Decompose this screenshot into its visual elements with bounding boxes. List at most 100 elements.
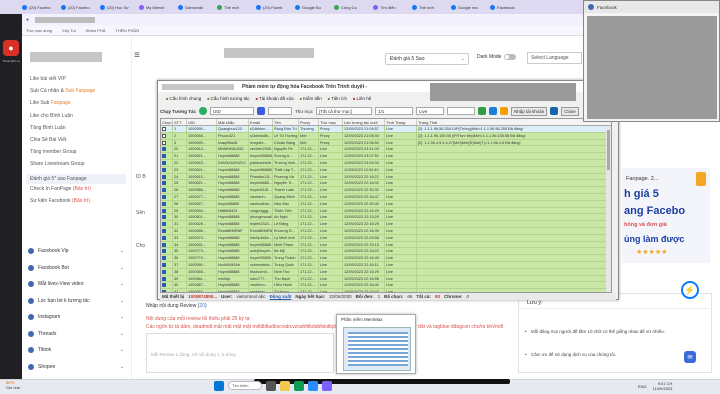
- weather-widget[interactable]: 30°C Gió nhẹ: [6, 380, 20, 390]
- row-select-cell[interactable]: [161, 139, 173, 146]
- row-checkbox[interactable]: [162, 222, 166, 227]
- clock[interactable]: 9:01 CH 11/09/2023: [653, 381, 673, 391]
- row-select-cell[interactable]: [161, 214, 173, 221]
- browser-tab[interactable]: Thế mới: [217, 2, 254, 12]
- row-select-cell[interactable]: [161, 248, 173, 255]
- column-header[interactable]: Lần tương tác cuối: [343, 119, 385, 125]
- task-view-icon[interactable]: [266, 381, 276, 391]
- sidebar-item[interactable]: Sub Cá nhân & Sub Fanpage: [30, 88, 95, 94]
- add-icon[interactable]: [477, 107, 486, 115]
- row-select-cell[interactable]: [161, 262, 173, 268]
- sidebar-item[interactable]: Sự kiện Facebook (Bảo trì): [30, 198, 90, 204]
- row-checkbox[interactable]: [162, 283, 166, 288]
- table-row[interactable]: 3 1000590... hsaq98w08 hvepdhi... Chuấn Bạng…: [161, 139, 611, 147]
- row-select-cell[interactable]: [161, 200, 173, 207]
- row-checkbox[interactable]: [162, 256, 166, 261]
- count-field[interactable]: 1/1: [374, 107, 413, 115]
- row-checkbox[interactable]: [162, 269, 166, 274]
- row-select-cell[interactable]: [161, 234, 173, 241]
- table-scrollbar[interactable]: [606, 126, 611, 292]
- row-checkbox[interactable]: [162, 161, 166, 165]
- table-row[interactable]: 24 1000615... Huynh88888 Phanthu111... Phươn…: [161, 173, 611, 181]
- sidebar-item[interactable]: Like bài viết VIP: [30, 76, 66, 82]
- browser-tab[interactable]: (20) Facebo: [61, 2, 98, 12]
- sidebar-item[interactable]: Chia Sẻ Bài Viết: [30, 137, 66, 143]
- row-checkbox[interactable]: [162, 181, 166, 186]
- sidebar-section[interactable]: Tiktok ⌄: [28, 347, 128, 353]
- row-checkbox[interactable]: [162, 174, 166, 179]
- table-row[interactable]: 2 1000548... Phuoc321 s1bbnkk8k... Lê Tố Trư…: [161, 132, 611, 140]
- browser-tab[interactable]: Google ma: [451, 2, 488, 12]
- row-select-cell[interactable]: [161, 221, 173, 227]
- app-icon[interactable]: [322, 381, 332, 391]
- grid-icon[interactable]: [488, 107, 497, 115]
- row-checkbox[interactable]: [162, 242, 166, 247]
- row-select-cell[interactable]: [161, 187, 173, 193]
- table-row[interactable]: 20 1000614... MNMNHAUNO zerobin2006... Nguyễ…: [161, 146, 611, 154]
- browser-tab[interactable]: Thế mới: [412, 2, 449, 12]
- browser-tab[interactable]: My Meesh: [139, 2, 176, 12]
- column-header[interactable]: Chọn: [161, 119, 173, 125]
- dark-mode-toggle[interactable]: Dark Mode: [477, 54, 517, 60]
- sidebar-section[interactable]: Facebook Vip ⌄: [28, 248, 128, 254]
- app-menu-item[interactable]: Kiểm tiền: [300, 96, 322, 101]
- table-row[interactable]: 1 1000590... Quanghuv123 s24bbtcn... Rộng Đứ…: [161, 126, 611, 133]
- row-checkbox[interactable]: [162, 229, 166, 233]
- sidebar-section[interactable]: Threads ⌄: [28, 330, 128, 337]
- import-accounts-button[interactable]: Nhập tài khoản: [510, 106, 548, 116]
- browser-tab[interactable]: (20) Học Sư: [100, 2, 137, 12]
- taskbar-search[interactable]: Tìm kiếm: [228, 381, 262, 390]
- browser-tab[interactable]: (20) Facebo: [22, 2, 59, 12]
- file-explorer-icon[interactable]: [280, 381, 290, 391]
- row-checkbox[interactable]: [162, 147, 166, 152]
- app-menu-item[interactable]: Liên hệ: [353, 96, 371, 101]
- row-select-cell[interactable]: [161, 126, 173, 132]
- sidebar-section[interactable]: Instagram ⌄: [28, 314, 128, 320]
- browser-tab[interactable]: Google Bu: [295, 2, 332, 12]
- app-menu-item[interactable]: Tài khoản đã xóa: [256, 96, 294, 101]
- row-select-cell[interactable]: [161, 207, 173, 214]
- edge-icon[interactable]: [308, 381, 318, 391]
- row-select-cell[interactable]: [161, 255, 173, 261]
- browser-tab[interactable]: Facebook: [490, 2, 527, 12]
- row-checkbox[interactable]: [162, 154, 166, 159]
- sidebar-item[interactable]: Like Sub Fanpage: [30, 100, 71, 106]
- row-checkbox[interactable]: [162, 235, 166, 240]
- sidebar-section[interactable]: Facebook Bot ⌄: [28, 264, 128, 271]
- filter-icon[interactable]: [256, 107, 265, 115]
- app-menu-item[interactable]: Tiện ích: [328, 96, 347, 101]
- sidebar-item[interactable]: Check In FanPage (Bảo trì): [30, 186, 91, 192]
- row-select-cell[interactable]: [161, 275, 173, 282]
- row-select-cell[interactable]: [161, 268, 173, 275]
- logout-link[interactable]: Đăng xuất: [270, 294, 292, 299]
- app-menu-item[interactable]: Cấu hình tương tác: [207, 96, 250, 101]
- sidebar-item[interactable]: Đánh giá 5* sao Fanpage: [26, 173, 126, 184]
- column-header[interactable]: UID: [187, 119, 217, 125]
- column-header[interactable]: STT: [173, 119, 187, 125]
- sidebar-item[interactable]: Share Livestream Group: [30, 161, 84, 167]
- table-row[interactable]: 36 1000774... Huynh88888 huynh55555... Trung…: [161, 255, 611, 262]
- bookmark-item[interactable]: THÊM PHẦN: [115, 28, 139, 33]
- row-checkbox[interactable]: [162, 195, 166, 199]
- table-row[interactable]: 34 1000631... Huynh88888 huynh88888... Minh …: [161, 241, 611, 249]
- row-select-cell[interactable]: [161, 166, 173, 173]
- status-select[interactable]: Live: [415, 107, 444, 115]
- browser-tab[interactable]: (20) Faceb: [256, 2, 293, 12]
- record-icon[interactable]: ●: [3, 40, 19, 56]
- row-select-cell[interactable]: [161, 160, 173, 166]
- app-menu-item[interactable]: Cấu hình chung: [166, 96, 201, 101]
- taskbar-preview[interactable]: Phần mềm MemMax: [336, 314, 416, 374]
- bookmark-item[interactable]: Thư mục dùng: [26, 28, 52, 33]
- table-row[interactable]: 28 1000627... huynh88888 vanhoathai... Như M…: [161, 200, 611, 208]
- folder-select[interactable]: [Tất cả thư mục]: [315, 107, 372, 115]
- row-checkbox[interactable]: [162, 140, 166, 145]
- row-select-cell[interactable]: [161, 173, 173, 180]
- row-checkbox[interactable]: [162, 276, 166, 281]
- column-header[interactable]: Proxy: [299, 119, 319, 125]
- language-select[interactable]: Select Language: [527, 52, 582, 64]
- close-button[interactable]: Close: [561, 106, 579, 116]
- row-checkbox[interactable]: [162, 188, 166, 193]
- service-select[interactable]: Đánh giá 5 Sao ⌄: [385, 53, 469, 65]
- bookmark-item[interactable]: Khám PHÁ: [86, 28, 106, 33]
- sidebar-section[interactable]: Lọc bạn bè k tương tác ⌄: [28, 297, 128, 304]
